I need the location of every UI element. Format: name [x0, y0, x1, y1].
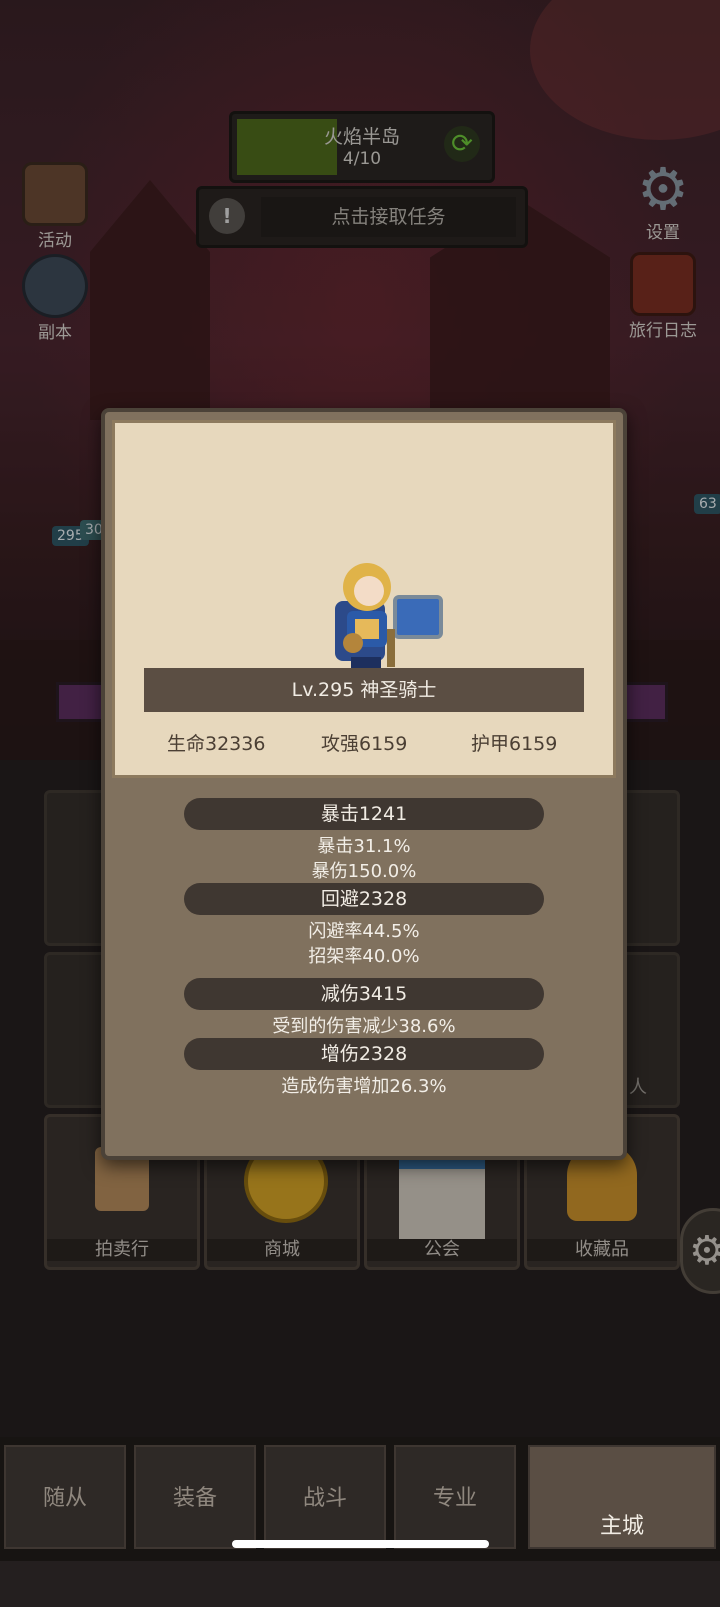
shop-label: 商城	[207, 1239, 357, 1261]
hero-name-bar: Lv.295 神圣骑士	[144, 668, 584, 712]
damage-reduction-section-title: 减伤3415	[184, 978, 544, 1010]
crit-damage-line: 暴伤150.0%	[311, 861, 417, 882]
tab-main-city[interactable]: 主城	[528, 1445, 716, 1549]
dodge-rate-line: 闪避率44.5%	[308, 921, 420, 942]
alert-icon: !	[209, 198, 245, 234]
hero-portrait-card: Lv.295 神圣骑士 生命32336 攻强6159 护甲6159	[112, 420, 616, 778]
armor-stat: 护甲6159	[471, 733, 558, 755]
settings-button[interactable]: ⚙ 设置	[618, 160, 708, 243]
hero-stats-panel: Lv.295 神圣骑士 生命32336 攻强6159 护甲6159 暴击1241…	[101, 408, 627, 1160]
sun-shape	[530, 0, 720, 140]
refresh-icon[interactable]: ⟳	[444, 126, 480, 162]
dungeon-portal-icon	[22, 254, 88, 318]
task-prompt[interactable]: 点击接取任务	[261, 197, 516, 237]
dodge-section-title: 回避2328	[184, 883, 544, 915]
damage-increase-section-title: 增伤2328	[184, 1038, 544, 1070]
level-badge-right: 63	[694, 494, 720, 514]
castle-silhouette-left	[90, 180, 210, 420]
zone-title: 火焰半岛	[323, 126, 400, 148]
guild-hall-icon	[399, 1153, 485, 1239]
dungeon-label: 副本	[38, 323, 72, 343]
zone-progress-count: 4/10	[342, 149, 382, 169]
settings-label: 设置	[646, 223, 680, 243]
task-bar[interactable]: ! 点击接取任务	[196, 186, 528, 248]
journal-button[interactable]: 旅行日志	[618, 252, 708, 341]
hp-stat: 生命32336	[167, 733, 266, 755]
activity-button[interactable]: 活动	[10, 162, 100, 251]
dungeon-button[interactable]: 副本	[10, 254, 100, 343]
activity-label: 活动	[38, 231, 72, 251]
journal-icon	[630, 252, 696, 316]
holy-knight-portrait	[335, 563, 443, 673]
gear-icon: ⚙	[637, 155, 689, 223]
home-indicator[interactable]	[232, 1540, 489, 1548]
journal-label: 旅行日志	[629, 321, 697, 341]
tab-followers[interactable]: 随从	[4, 1445, 126, 1549]
event-board-icon	[22, 162, 88, 226]
crit-rate-line: 暴击31.1%	[317, 836, 411, 857]
tab-profession[interactable]: 专业	[394, 1445, 516, 1549]
collection-label: 收藏品	[527, 1239, 677, 1261]
tab-equipment[interactable]: 装备	[134, 1445, 256, 1549]
damage-reduction-line: 受到的伤害减少38.6%	[272, 1016, 456, 1037]
damage-increase-line: 造成伤害增加26.3%	[281, 1076, 447, 1097]
crit-section-title: 暴击1241	[184, 798, 544, 830]
attack-stat: 攻强6159	[321, 733, 408, 755]
zone-header[interactable]: 火焰半岛 4/10 ⟳	[229, 111, 495, 183]
parry-rate-line: 招架率40.0%	[308, 946, 420, 967]
floating-gear-icon[interactable]: ⚙	[680, 1208, 720, 1294]
tab-battle[interactable]: 战斗	[264, 1445, 386, 1549]
auction-house-label: 拍卖行	[47, 1239, 197, 1261]
guild-label: 公会	[367, 1239, 517, 1261]
